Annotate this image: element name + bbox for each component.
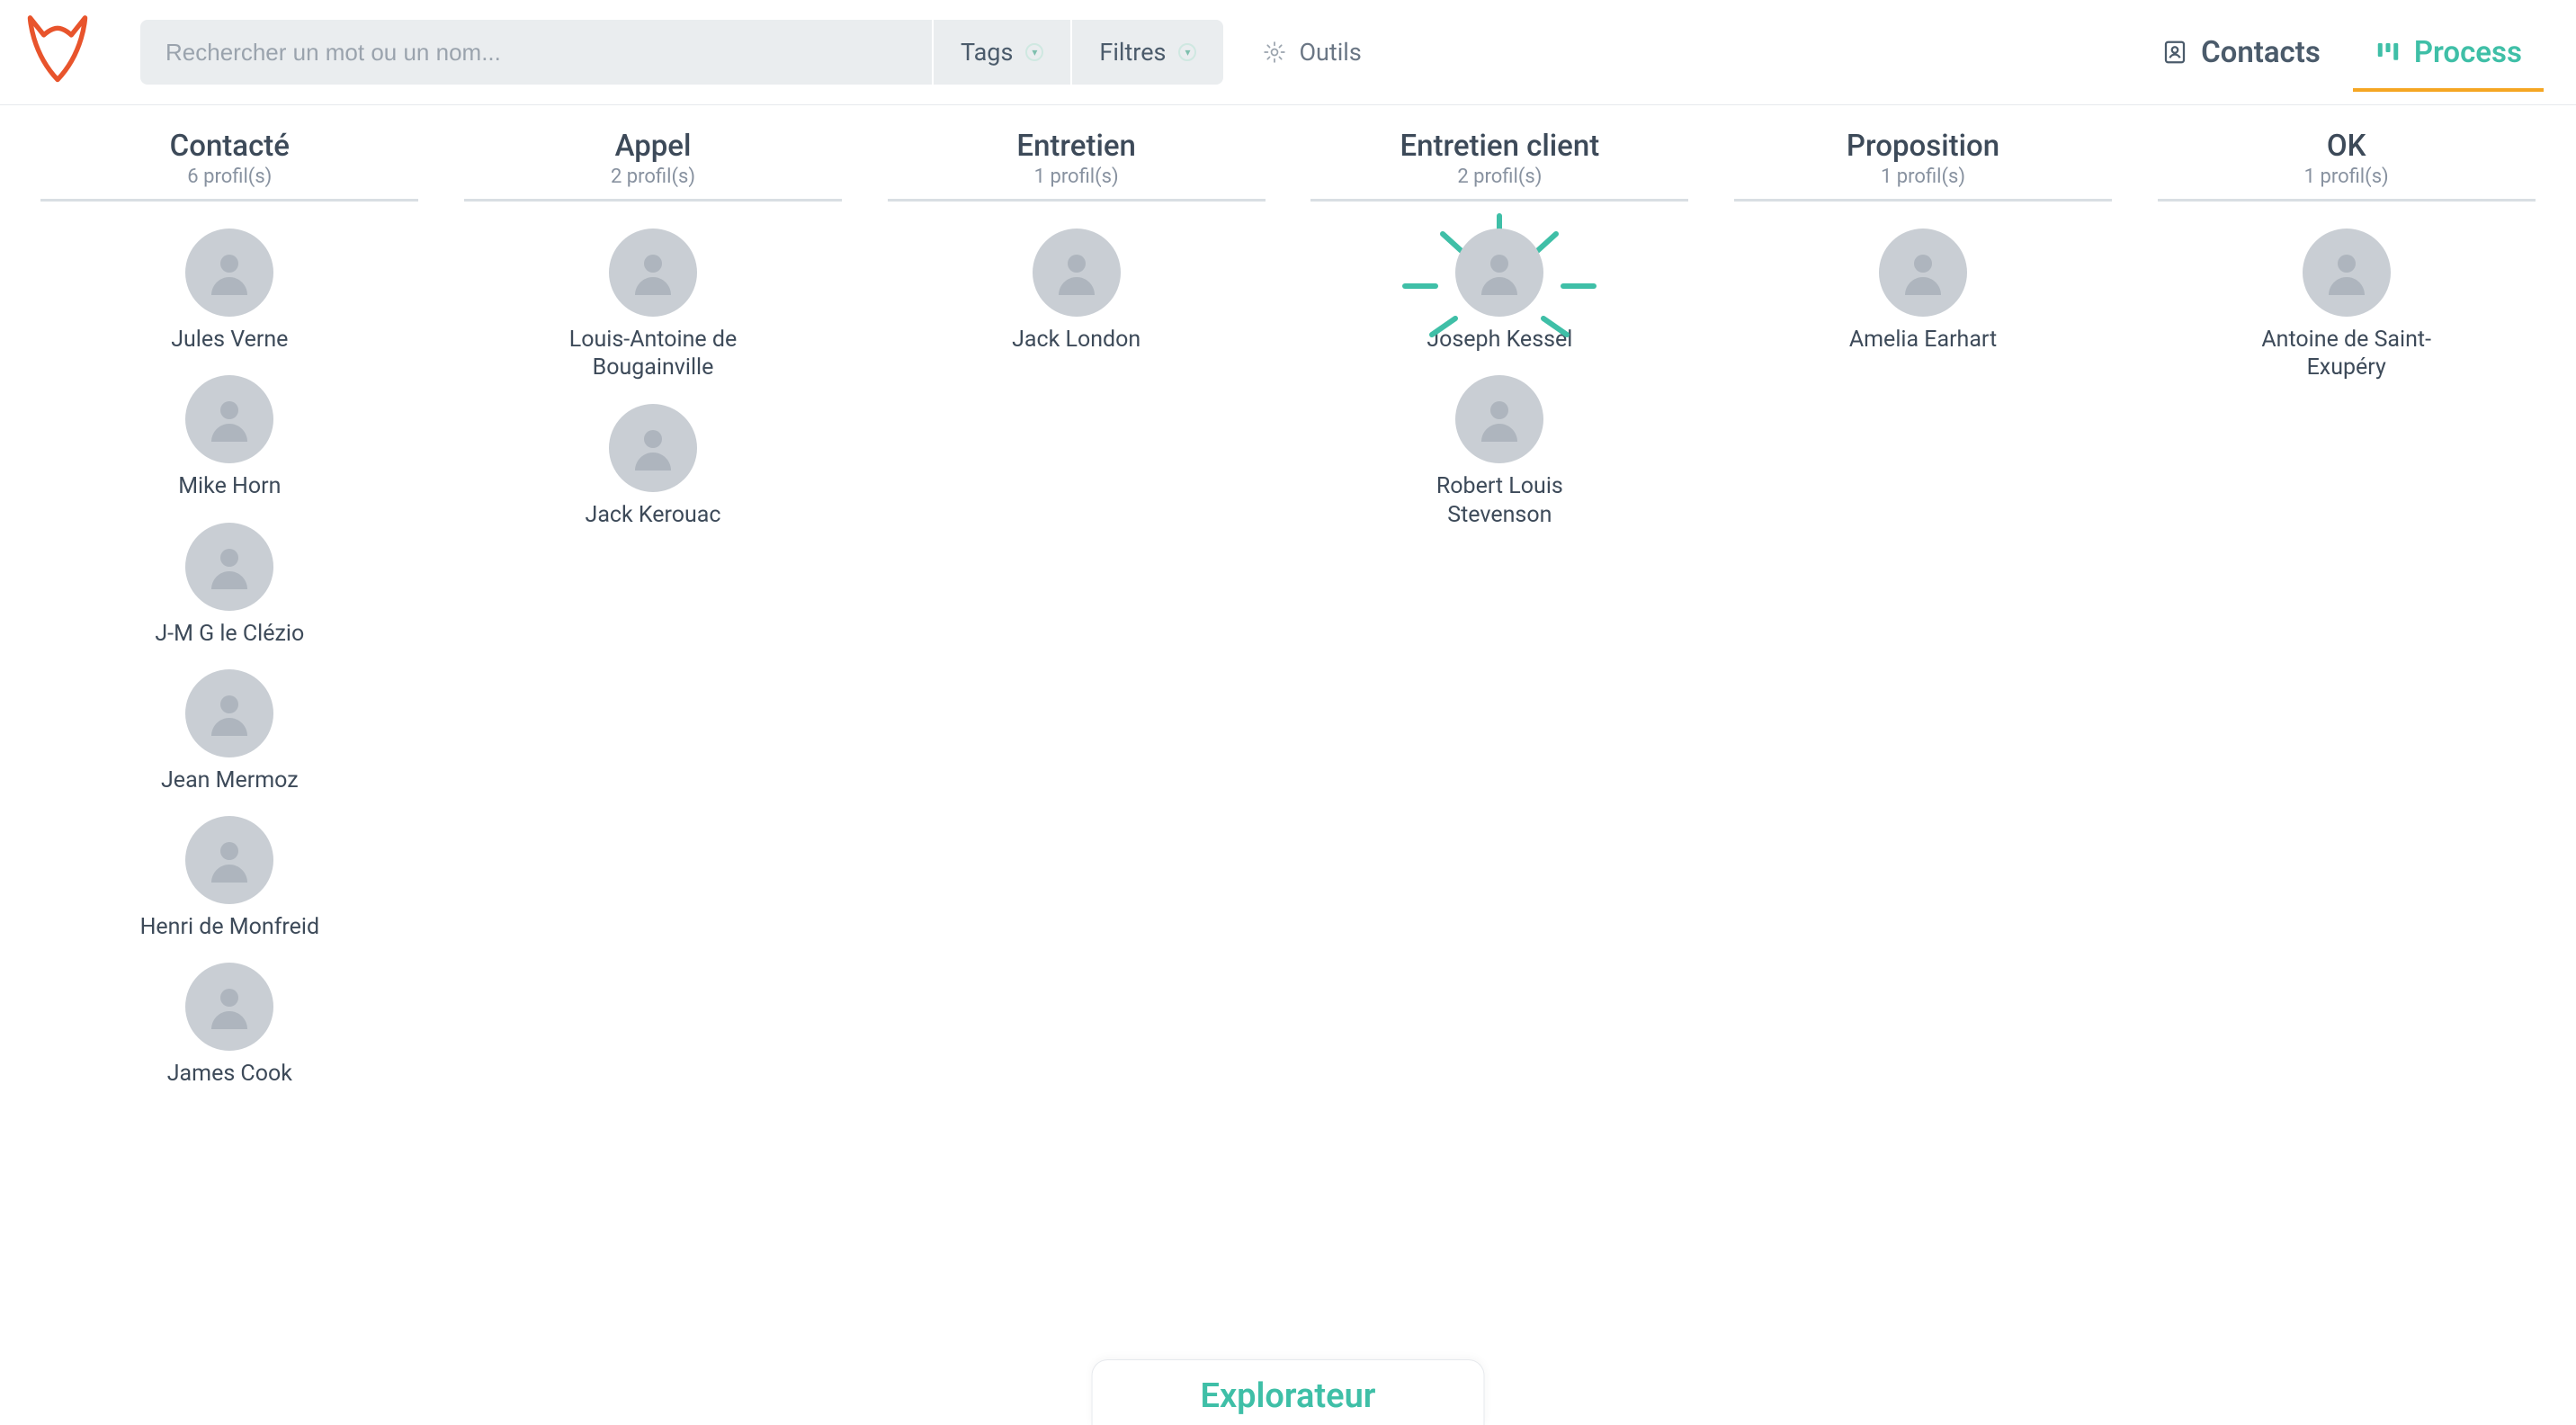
profile-name: Antoine de Saint-Exupéry xyxy=(2248,326,2446,382)
kanban-column: Entretien 1 profil(s) Jack London xyxy=(864,129,1288,1110)
profile-card[interactable]: Henri de Monfreid xyxy=(112,816,346,941)
avatar xyxy=(185,523,273,611)
profile-card[interactable]: Antoine de Saint-Exupéry xyxy=(2230,229,2464,382)
profile-card[interactable]: James Cook xyxy=(112,963,346,1088)
nav-process[interactable]: Process xyxy=(2353,28,2544,92)
gear-icon xyxy=(1263,40,1286,64)
column-header: Entretien 1 profil(s) xyxy=(888,129,1266,202)
profile-name: Joseph Kessel xyxy=(1427,326,1572,354)
column-header: OK 1 profil(s) xyxy=(2158,129,2536,202)
column-title: Appel xyxy=(464,129,842,164)
profile-name: James Cook xyxy=(167,1060,292,1088)
app-logo[interactable] xyxy=(22,14,94,90)
column-title: Entretien client xyxy=(1310,129,1688,164)
column-header: Appel 2 profil(s) xyxy=(464,129,842,202)
fox-icon xyxy=(22,14,93,90)
kanban-column: Entretien client 2 profil(s) Joseph Kess… xyxy=(1288,129,1712,1110)
column-subtitle: 1 profil(s) xyxy=(888,166,1266,188)
kanban-column: Appel 2 profil(s) Louis-Antoine de Bouga… xyxy=(442,129,865,1110)
profile-name: Henri de Monfreid xyxy=(140,913,319,941)
profile-card[interactable]: Jules Verne xyxy=(112,229,346,354)
avatar xyxy=(609,404,697,492)
avatar xyxy=(609,229,697,317)
search-input[interactable] xyxy=(140,20,932,85)
profile-card[interactable]: Robert Louis Stevenson xyxy=(1382,375,1616,529)
profile-name: Mike Horn xyxy=(178,472,281,500)
avatar xyxy=(2303,229,2391,317)
avatar xyxy=(1879,229,1967,317)
kanban-board: Contacté 6 profil(s) Jules Verne Mike Ho… xyxy=(0,105,2576,1110)
explorer-tab[interactable]: Explorateur xyxy=(1092,1359,1485,1425)
profile-name: Jean Mermoz xyxy=(161,766,299,794)
explorer-tab-label: Explorateur xyxy=(1201,1376,1376,1416)
column-subtitle: 1 profil(s) xyxy=(2158,166,2536,188)
avatar xyxy=(185,229,273,317)
profile-card[interactable]: Jean Mermoz xyxy=(112,669,346,794)
column-subtitle: 2 profil(s) xyxy=(1310,166,1688,188)
contacts-icon xyxy=(2161,39,2188,66)
avatar xyxy=(1455,229,1543,317)
tools-label: Outils xyxy=(1299,38,1361,67)
kanban-column: OK 1 profil(s) Antoine de Saint-Exupéry xyxy=(2134,129,2558,1110)
nav-contacts[interactable]: Contacts xyxy=(2140,28,2342,77)
profile-card[interactable]: J-M G le Clézio xyxy=(112,523,346,648)
filters-dropdown[interactable]: Filtres ▾ xyxy=(1070,20,1223,85)
kanban-column: Proposition 1 profil(s) Amelia Earhart xyxy=(1712,129,2135,1110)
profile-card[interactable]: Mike Horn xyxy=(112,375,346,500)
profile-name: J-M G le Clézio xyxy=(155,620,304,648)
avatar xyxy=(1455,375,1543,463)
profile-name: Jack London xyxy=(1012,326,1140,354)
column-title: OK xyxy=(2158,129,2536,164)
tools-button[interactable]: Outils xyxy=(1234,38,1390,67)
search-bar: Tags ▾ Filtres ▾ xyxy=(140,20,1223,85)
kanban-icon xyxy=(2375,39,2402,66)
profile-card[interactable]: Jack Kerouac xyxy=(536,404,770,529)
column-subtitle: 2 profil(s) xyxy=(464,166,842,188)
tags-label: Tags xyxy=(961,38,1013,67)
profile-card[interactable]: Amelia Earhart xyxy=(1806,229,2040,354)
column-header: Proposition 1 profil(s) xyxy=(1734,129,2112,202)
avatar xyxy=(1033,229,1121,317)
nav-process-label: Process xyxy=(2414,35,2522,70)
topbar: Tags ▾ Filtres ▾ Outils Contacts Process xyxy=(0,0,2576,105)
tags-dropdown[interactable]: Tags ▾ xyxy=(932,20,1070,85)
profile-name: Robert Louis Stevenson xyxy=(1400,472,1598,529)
filters-label: Filtres xyxy=(1099,38,1166,67)
column-subtitle: 1 profil(s) xyxy=(1734,166,2112,188)
column-subtitle: 6 profil(s) xyxy=(40,166,418,188)
profile-card[interactable]: Joseph Kessel xyxy=(1382,229,1616,354)
profile-name: Amelia Earhart xyxy=(1849,326,1997,354)
column-header: Contacté 6 profil(s) xyxy=(40,129,418,202)
profile-card[interactable]: Jack London xyxy=(960,229,1194,354)
avatar xyxy=(185,963,273,1051)
column-title: Contacté xyxy=(40,129,418,164)
profile-name: Jack Kerouac xyxy=(586,501,721,529)
kanban-column: Contacté 6 profil(s) Jules Verne Mike Ho… xyxy=(18,129,442,1110)
chevron-down-icon: ▾ xyxy=(1178,43,1196,61)
column-header: Entretien client 2 profil(s) xyxy=(1310,129,1688,202)
avatar xyxy=(185,375,273,463)
profile-name: Jules Verne xyxy=(171,326,288,354)
chevron-down-icon: ▾ xyxy=(1025,43,1043,61)
profile-card[interactable]: Louis-Antoine de Bougainville xyxy=(536,229,770,382)
profile-name: Louis-Antoine de Bougainville xyxy=(554,326,752,382)
avatar xyxy=(185,816,273,904)
nav-contacts-label: Contacts xyxy=(2201,35,2321,70)
column-title: Proposition xyxy=(1734,129,2112,164)
column-title: Entretien xyxy=(888,129,1266,164)
avatar xyxy=(185,669,273,757)
